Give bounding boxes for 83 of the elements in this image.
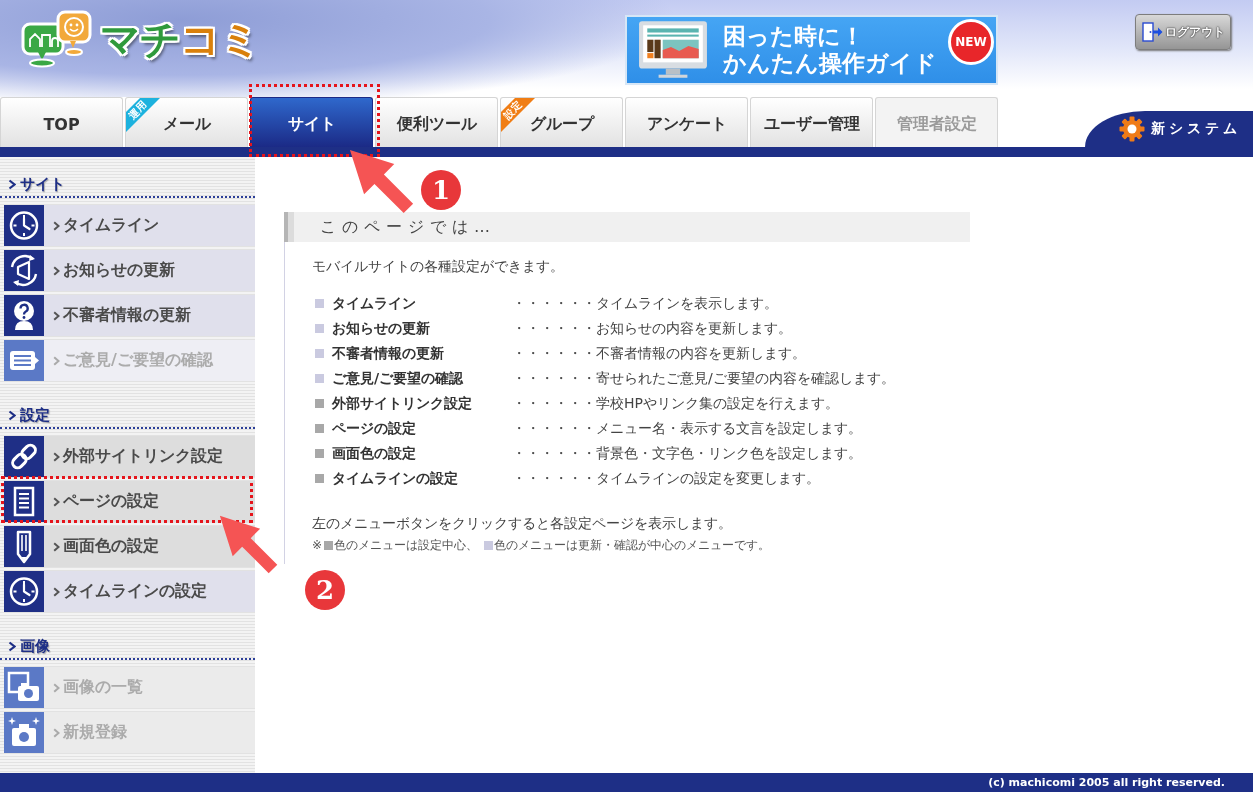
item-description: 不審者情報の内容を更新します。 [596,344,806,363]
logo-wordmark: マチコミ [100,19,260,59]
sidebar-item[interactable]: ページの設定 [4,481,255,522]
chevron-icon [53,682,60,693]
item-description: 寄せられたご意見/ご要望の内容を確認します。 [596,369,895,388]
megaphone-refresh-icon [4,250,44,291]
copyright-text: (c) machicomi 2005 all right reserved. [988,776,1225,789]
section-title: 画像 [20,636,50,656]
nav-tab[interactable]: TOP [0,97,123,147]
item-description: タイムラインの設定を変更します。 [596,469,820,488]
item-description: タイムラインを表示します。 [596,294,778,313]
chevron-icon [53,496,60,507]
item-name: ページの設定 [332,419,417,438]
speech-bubble-icon [4,340,44,381]
leader-dots: ・・・・・・ [512,319,596,338]
item-name: 画面色の設定 [332,444,417,463]
section-title: 設定 [20,405,50,425]
step-marker: 1 [421,170,461,210]
item-description: 学校HPやリンク集の設定を行えます。 [596,394,839,413]
item-description: 背景色・文字色・リンク色を設定します。 [596,444,862,463]
item-name: ご意見/ご要望の確認 [332,369,465,388]
leader-dots: ・・・・・・ [512,469,596,488]
item-name: 外部サイトリンク設定 [332,394,473,413]
sidebar-item[interactable]: タイムラインの設定 [4,571,255,612]
item-description: お知らせの内容を更新します。 [596,319,792,338]
nav-tab[interactable]: ユーザー管理 [750,97,873,147]
item-name: 不審者情報の更新 [332,344,445,363]
sidebar-item[interactable]: タイムライン [4,205,255,246]
chevron-icon [8,178,16,190]
clock-icon [4,571,44,612]
gear-icon [1119,116,1145,142]
chevron-icon [53,727,60,738]
ribbon-badge: 運用 [126,98,162,134]
chevron-icon [53,541,60,552]
clock-icon [4,205,44,246]
document-icon [4,481,44,522]
nav-tab[interactable]: 便利ツール [375,97,498,147]
sidebar-item[interactable]: 画面色の設定 [4,526,255,567]
nav-tab[interactable]: 運用 メール [125,97,248,147]
leader-dots: ・・・・・・ [512,394,596,413]
item-description: メニュー名・表示する文言を設定します。 [596,419,862,438]
pencil-icon [4,526,44,567]
note-mark: ※ [312,537,323,554]
annotation-arrow [219,515,279,575]
section-title: サイト [20,174,65,194]
item-name: お知らせの更新 [332,319,431,338]
step-marker: 2 [305,570,345,610]
sidebar-item[interactable]: 不審者情報の更新 [4,295,255,336]
leader-dots: ・・・・・・ [512,294,596,313]
sidebar-item[interactable]: 外部サイトリンク設定 [4,436,255,477]
monitor-icon [637,19,709,81]
chain-link-icon [4,436,44,477]
guide-banner[interactable]: 困った時に！ かんたん操作ガイド NEW [625,15,998,85]
sidebar-item[interactable]: お知らせの更新 [4,250,255,291]
nav-tab[interactable]: アンケート [625,97,748,147]
new-system-link[interactable]: 新システム [1085,111,1253,147]
chevron-icon [53,586,60,597]
chevron-icon [8,640,16,652]
intro-text: モバイルサイトの各種設定ができます。 [312,257,565,276]
legend-text: 色のメニューは更新・確認が中心のメニューです。 [494,537,771,554]
chevron-icon [53,265,60,276]
chevron-icon [53,310,60,321]
item-name: タイムライン [332,294,417,313]
chevron-icon [53,355,60,366]
leader-dots: ・・・・・・ [512,344,596,363]
item-name: タイムラインの設定 [332,469,459,488]
annotation-arrow [349,149,415,215]
leader-dots: ・・・・・・ [512,419,596,438]
nav-tab[interactable]: 設定 グループ [500,97,623,147]
new-badge: NEW [948,19,994,65]
chevron-icon [8,409,16,421]
instruction-text: 左のメニューボタンをクリックすると各設定ページを表示します。 [312,514,733,533]
camera-icon [4,712,44,753]
door-arrow-icon [1141,21,1163,43]
photos-icon [4,667,44,708]
leader-dots: ・・・・・・ [512,369,596,388]
chevron-icon [53,220,60,231]
section-heading: このページでは… [284,212,970,242]
question-mark-icon [4,295,44,336]
nav-tab[interactable]: サイト [250,97,373,147]
legend-text: 色のメニューは設定中心、 [334,537,479,554]
leader-dots: ・・・・・・ [512,444,596,463]
chevron-icon [53,451,60,462]
